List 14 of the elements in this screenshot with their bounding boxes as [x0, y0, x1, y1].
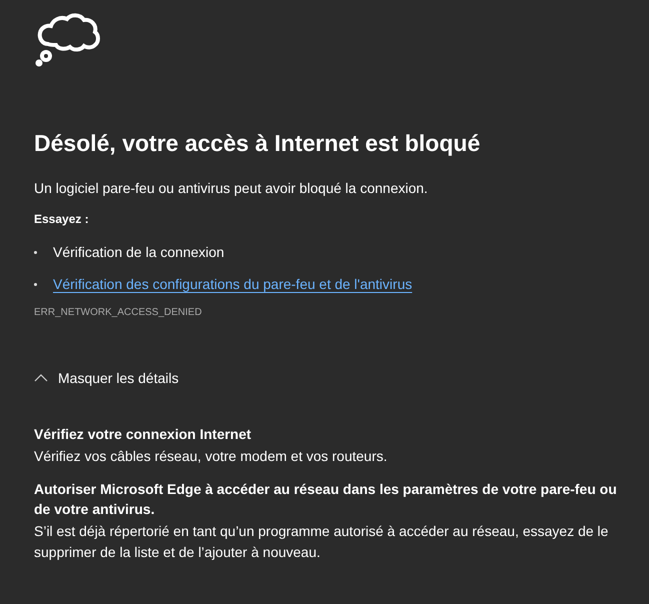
details-toggle[interactable]: Masquer les détails — [32, 368, 181, 388]
chevron-icon — [34, 374, 48, 382]
error-message: Un logiciel pare-feu ou antivirus peut avoir bloqué la connexion. — [34, 179, 429, 198]
detail-text: S’il est déjà répertorié en tant qu’un programme autorisé à accéder au réseau, essayez de le supprimer de la liste et de l’ajouter à nouveau. — [34, 522, 610, 562]
error-code: ERR_NETWORK_ACCESS_DENIED — [34, 306, 203, 320]
suggestion-text: Vérification de la connexion — [53, 244, 224, 260]
settings-link[interactable]: Vérification des configurations du pare-feu et de l'antivirus — [53, 276, 412, 292]
bullet-icon — [34, 250, 37, 254]
bullet-icon — [34, 282, 37, 286]
detail-text: Vérifiez vos câbles réseau, votre modem et vos routeurs. — [34, 447, 388, 466]
page-title: Désolé, votre accès à Internet est bloqué — [34, 129, 482, 158]
detail-heading: Vérifiez votre connexion Internet — [34, 425, 252, 444]
detail-heading: Autoriser Microsoft Edge à accéder au réseau dans les paramètres de votre pare-feu ou de votre antivirus. — [34, 480, 618, 519]
try-label: Essayez : — [34, 211, 90, 228]
